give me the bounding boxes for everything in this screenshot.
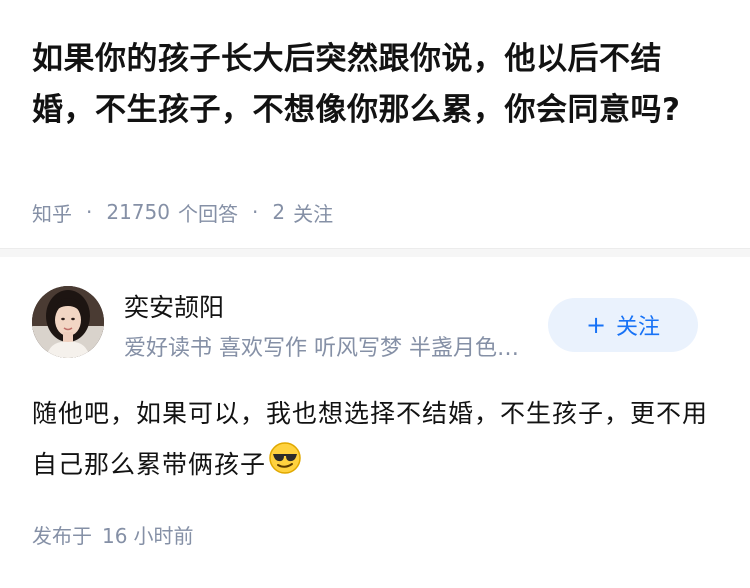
separator-dot: · xyxy=(86,200,93,224)
follow-count-label: 关注 xyxy=(293,201,334,226)
answer-count-label: 个回答 xyxy=(177,201,238,226)
answer-text: 随他吧，如果可以，我也想选择不结婚，不生孩子，更不用自己那么累带俩孩子 xyxy=(32,399,709,479)
source-label[interactable]: 知乎 xyxy=(32,198,72,227)
woman-portrait-avatar-icon xyxy=(32,286,104,358)
author-name[interactable]: 奕安颉阳 xyxy=(124,288,224,324)
publish-time-value: 16 xyxy=(102,524,128,548)
publish-time: 发布于 16 小时前 xyxy=(32,520,193,549)
follow-count: 2 xyxy=(272,200,286,224)
publish-time-prefix: 发布于 xyxy=(32,524,92,548)
author-avatar[interactable] xyxy=(32,286,104,358)
question-section: 如果你的孩子长大后突然跟你说，他以后不结婚，不生孩子，不想像你那么累，你会同意吗… xyxy=(0,0,750,248)
follow-button[interactable]: + 关注 xyxy=(548,298,698,352)
question-title[interactable]: 如果你的孩子长大后突然跟你说，他以后不结婚，不生孩子，不想像你那么累，你会同意吗… xyxy=(32,34,722,136)
answer-card: 奕安颉阳 爱好读书 喜欢写作 听风写梦 半盏月色与清欢 + 关注 随他吧，如果可… xyxy=(0,256,750,588)
plus-icon: + xyxy=(585,311,607,339)
sunglasses-face-icon xyxy=(268,441,302,492)
separator-dot: · xyxy=(251,200,259,224)
follow-button-label: 关注 xyxy=(616,315,661,340)
question-meta: 知乎 · 21750 个回答 · 2 关注 xyxy=(32,196,333,228)
answer-count: 21750 xyxy=(106,200,170,224)
answer-content[interactable]: 随他吧，如果可以，我也想选择不结婚，不生孩子，更不用自己那么累带俩孩子 xyxy=(32,388,712,492)
author-bio: 爱好读书 喜欢写作 听风写梦 半盏月色与清欢 xyxy=(124,336,534,361)
publish-time-unit: 小时前 xyxy=(133,524,194,548)
